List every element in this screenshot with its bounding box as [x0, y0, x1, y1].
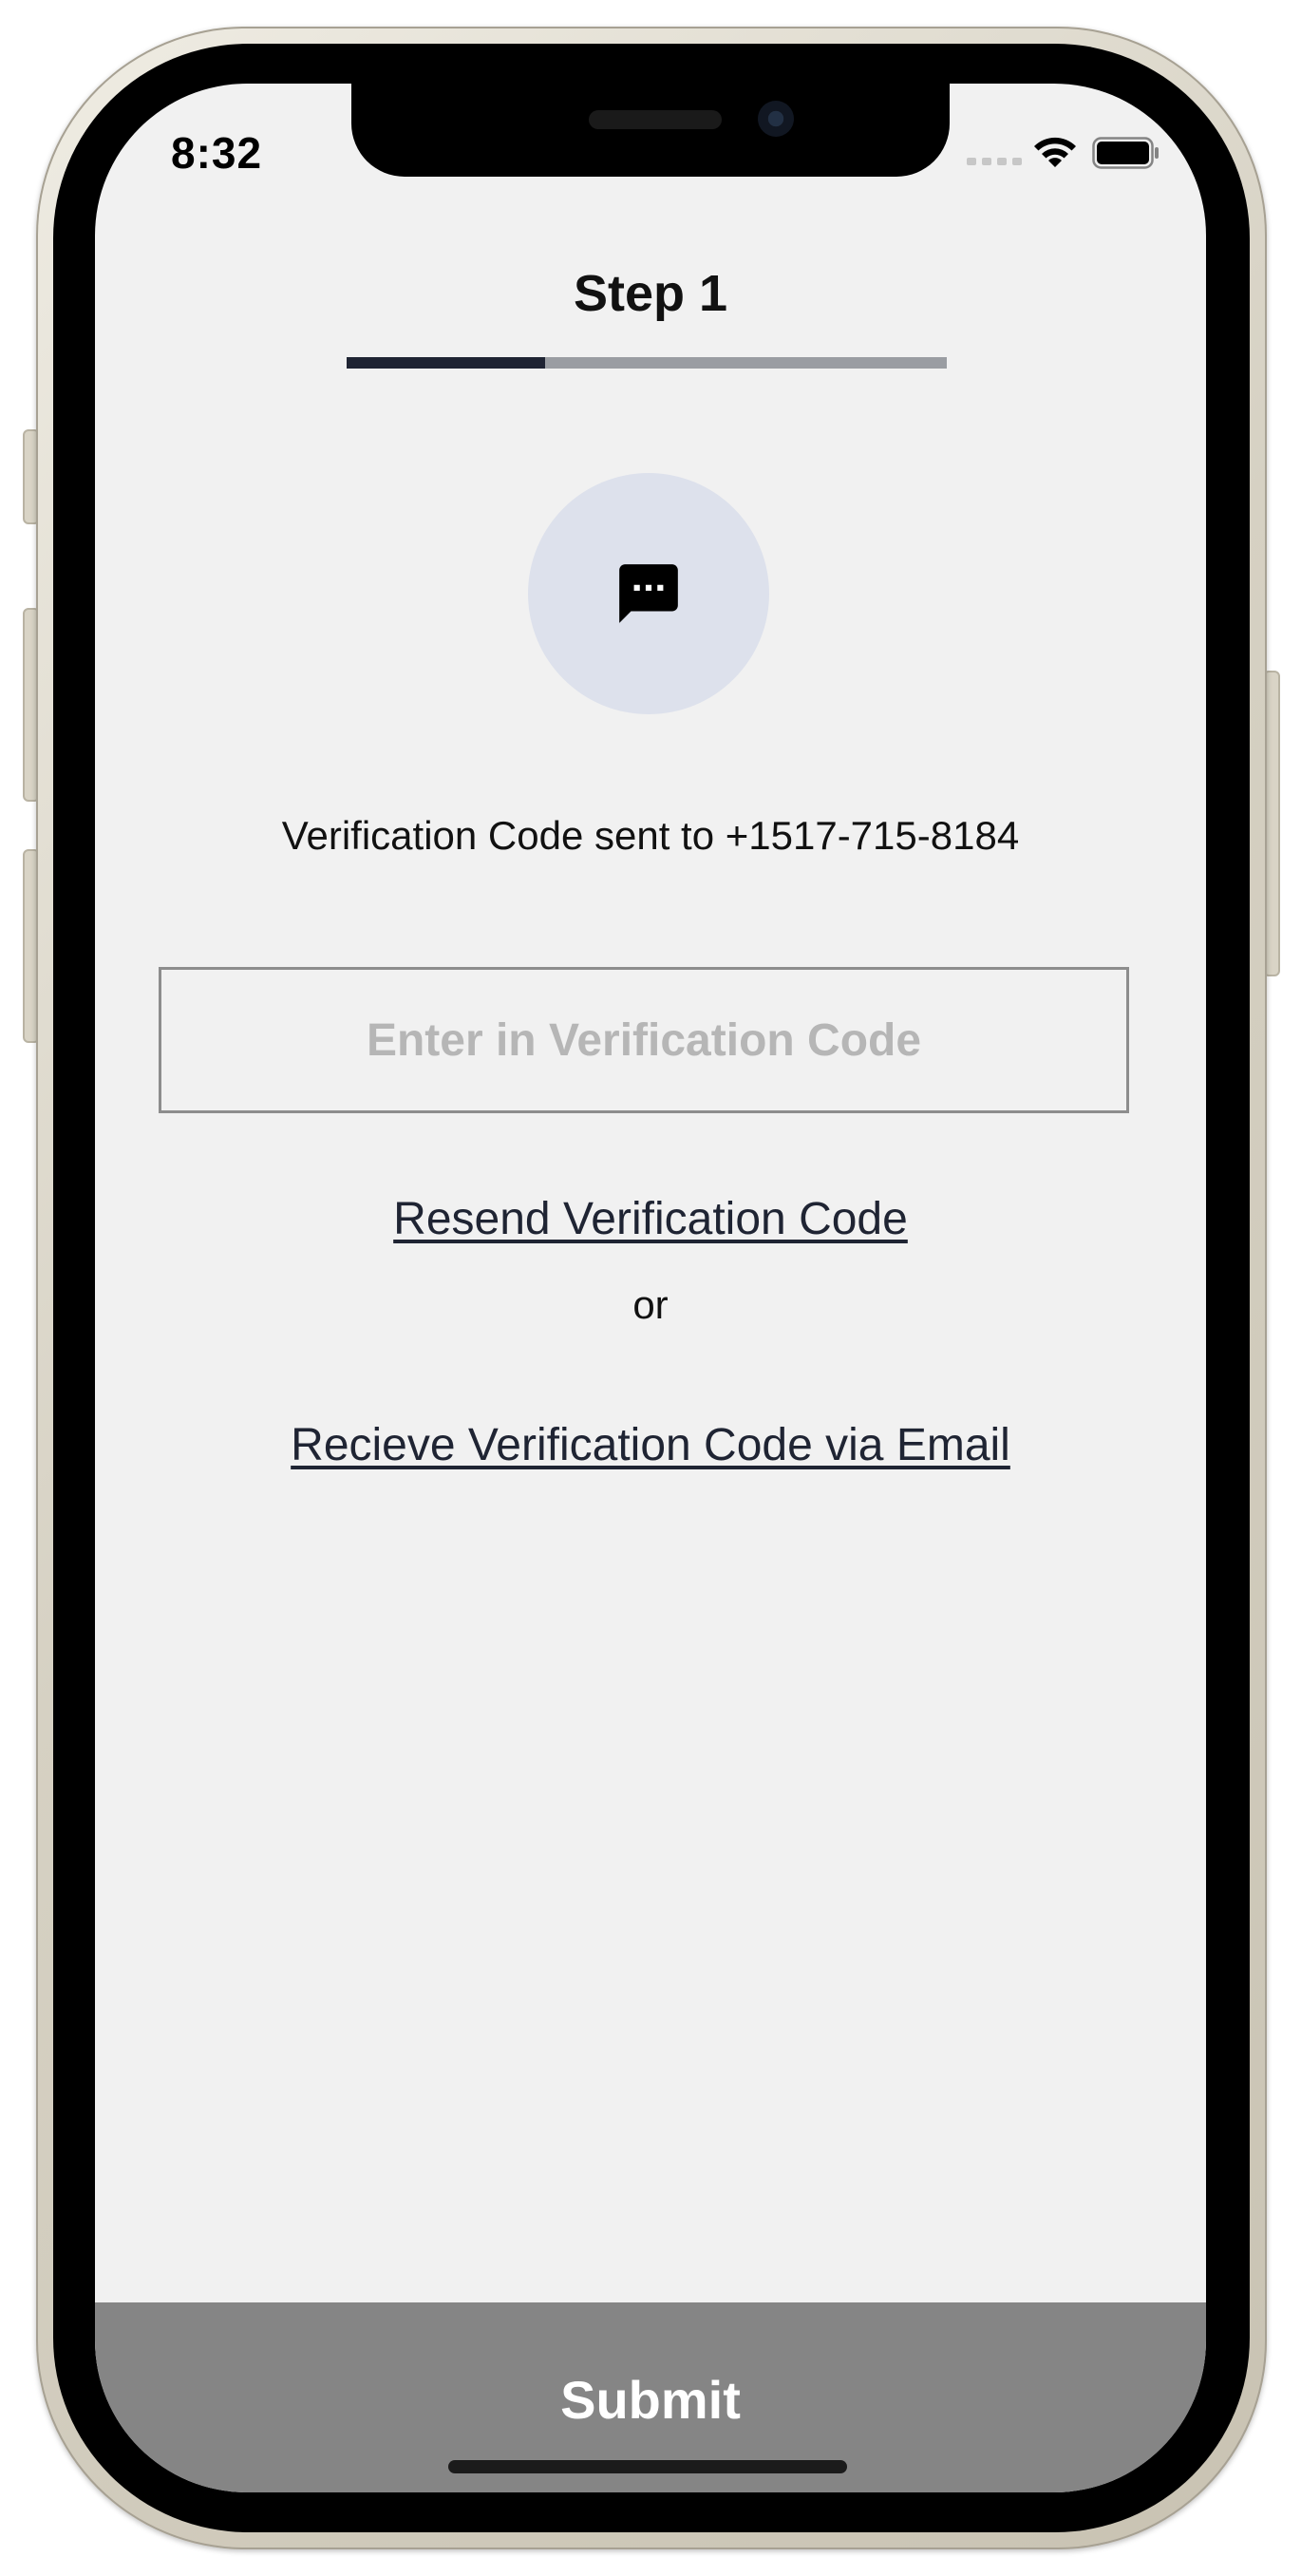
wifi-icon: [1034, 137, 1076, 167]
or-separator: or: [632, 1282, 669, 1327]
home-indicator[interactable]: [448, 2460, 847, 2473]
notch: [351, 84, 950, 177]
message-icon-circle: [528, 473, 769, 714]
battery-icon: [1092, 137, 1159, 169]
email-code-link[interactable]: Recieve Verification Code via Email: [95, 1419, 1206, 1471]
speaker-grille: [589, 110, 722, 129]
step-progress-fill: [347, 357, 545, 369]
verification-code-input[interactable]: [159, 967, 1129, 1113]
chat-bubble-icon: [619, 564, 678, 623]
verification-sent-message: Verification Code sent to +1517-715-8184: [281, 813, 1020, 858]
front-camera: [758, 101, 794, 137]
step-progress-bar: [347, 357, 947, 369]
submit-button-label: Submit: [560, 2370, 741, 2430]
step-title: Step 1: [573, 265, 728, 322]
status-time: 8:32: [171, 128, 263, 178]
cellular-signal-icon: [967, 158, 1022, 165]
app-screen: 8:32 Step 1 Verification Code sent to +1…: [95, 84, 1206, 2492]
resend-code-link[interactable]: Resend Verification Code: [95, 1193, 1206, 1245]
